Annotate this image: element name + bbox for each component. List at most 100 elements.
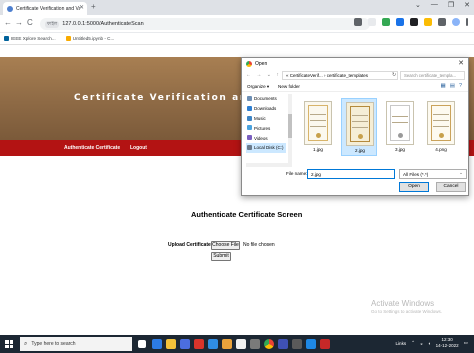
file-item[interactable]: 4.png xyxy=(423,98,459,156)
nav-item-local-disk[interactable]: Local Disk (C:) xyxy=(246,142,286,153)
tab-bar: Certificate Verification and Vali... ✕ +… xyxy=(0,0,474,15)
file-name-input[interactable]: 2.jpg xyxy=(307,169,395,179)
app-icon-vscode[interactable] xyxy=(306,339,316,349)
browser-tab[interactable]: Certificate Verification and Vali... ✕ xyxy=(3,2,87,15)
view-mode-icon[interactable]: ▦ xyxy=(441,83,446,89)
open-button[interactable]: Open xyxy=(399,182,429,192)
network-icon[interactable]: ◒ xyxy=(420,341,423,346)
file-name: 4.png xyxy=(435,147,447,152)
app-icon-red-2[interactable] xyxy=(320,339,330,349)
clock[interactable]: 12:30 14-12-2022 xyxy=(436,337,459,349)
nav-item-documents[interactable]: Documents xyxy=(246,94,286,104)
task-view-icon[interactable] xyxy=(138,340,146,348)
tab-favicon-icon xyxy=(7,5,13,12)
scrollbar-thumb[interactable] xyxy=(288,114,292,138)
bookmark-star-icon[interactable] xyxy=(368,18,376,26)
chrome-taskbar-icon[interactable] xyxy=(264,339,274,349)
bookmark-colab[interactable]: Untitled5.ipynb - C... xyxy=(65,36,114,41)
volume-icon[interactable]: ◖ xyxy=(428,341,431,346)
edge-icon[interactable] xyxy=(152,339,162,349)
cancel-button[interactable]: Cancel xyxy=(436,182,466,192)
profile-avatar[interactable] xyxy=(452,18,460,26)
back-button[interactable]: ← xyxy=(4,18,12,27)
open-file-dialog: Open ✕ ← → ⌄ ↑ « CertificateVerif... › c… xyxy=(241,57,469,196)
app-icon-dark[interactable] xyxy=(292,339,302,349)
puzzle-icon[interactable] xyxy=(438,18,446,26)
app-icon-orange[interactable] xyxy=(222,339,232,349)
file-name: 3.jpg xyxy=(395,147,405,152)
store-icon[interactable] xyxy=(180,339,190,349)
mail-icon[interactable] xyxy=(208,339,218,349)
nav-item-music[interactable]: Music xyxy=(246,114,286,124)
new-tab-button[interactable]: + xyxy=(91,2,96,11)
organize-button[interactable]: Organize ▾ xyxy=(247,84,269,90)
tab-close-icon[interactable]: ✕ xyxy=(79,4,84,11)
dialog-nav-arrows[interactable]: ← → ⌄ ↑ xyxy=(246,72,281,78)
dialog-titlebar: Open ✕ xyxy=(242,58,468,69)
nav-logout[interactable]: Logout xyxy=(130,145,147,151)
file-type-value: All Files (*.*) xyxy=(403,171,429,177)
file-item[interactable]: 3.jpg xyxy=(382,98,418,156)
dialog-title: Open xyxy=(255,60,268,67)
start-button[interactable] xyxy=(5,340,13,348)
address-bar[interactable]: ফাইল 127.0.0.1:5000/AuthenticateScan xyxy=(40,18,370,30)
nav-pane-hscrollbar[interactable] xyxy=(246,163,292,167)
nav-authenticate-certificate[interactable]: Authenticate Certificate xyxy=(64,145,120,151)
help-icon[interactable]: ? xyxy=(459,83,462,89)
ieee-icon xyxy=(4,36,9,41)
tab-search-icon[interactable]: ⌄ xyxy=(415,1,421,9)
close-window-button[interactable]: ✕ xyxy=(464,1,470,9)
app-icon-gray[interactable] xyxy=(250,339,260,349)
certificate-seal-icon xyxy=(316,133,321,138)
submit-button[interactable]: Submit xyxy=(211,252,231,261)
bookmark-ieee[interactable]: IEEE Xplore Search... xyxy=(4,36,56,41)
forward-button[interactable]: → xyxy=(15,18,23,27)
file-item[interactable]: 1.jpg xyxy=(300,98,336,156)
minimize-button[interactable]: — xyxy=(431,1,438,9)
documents-icon xyxy=(247,96,252,101)
app-icon-blue[interactable] xyxy=(278,339,288,349)
choose-file-button[interactable]: Choose File xyxy=(211,241,240,250)
start-tile xyxy=(5,344,9,348)
start-tile xyxy=(5,340,9,344)
downloads-icon xyxy=(247,105,252,111)
file-item-selected[interactable]: 2.jpg xyxy=(341,98,377,156)
extension-shield-icon[interactable] xyxy=(382,18,390,26)
dialog-search-input[interactable]: Search certificate_templa... xyxy=(400,71,465,80)
chrome-icon xyxy=(246,60,252,67)
app-icon-red[interactable] xyxy=(194,339,204,349)
extension-icon-2[interactable] xyxy=(410,18,418,26)
extension-icon-3[interactable] xyxy=(424,18,432,26)
taskbar-search-input[interactable]: ⌕ Type here to search xyxy=(20,337,132,351)
menu-icon[interactable] xyxy=(466,18,468,26)
nav-item-label: Videos xyxy=(254,135,268,141)
restore-button[interactable]: ❐ xyxy=(448,1,454,9)
nav-item-videos[interactable]: Videos xyxy=(246,133,286,143)
share-icon[interactable] xyxy=(354,18,362,26)
thumb-text-line xyxy=(352,127,368,128)
file-name-label: File name: xyxy=(286,171,308,176)
dialog-close-button[interactable]: ✕ xyxy=(458,59,464,67)
app-icon-white[interactable] xyxy=(236,339,246,349)
site-info-chip[interactable]: ফাইল xyxy=(45,20,60,28)
bookmarks-bar: IEEE Xplore Search... Untitled5.ipynb - … xyxy=(0,33,474,45)
notifications-icon[interactable]: ▭ xyxy=(464,340,468,346)
url-text: 127.0.0.1:5000/AuthenticateScan xyxy=(62,21,144,27)
reload-button[interactable]: C xyxy=(27,18,33,27)
preview-pane-icon[interactable]: ▤ xyxy=(450,83,455,89)
dialog-command-bar: Organize ▾ New folder ▦ ▤ ? xyxy=(242,82,468,92)
refresh-icon[interactable]: ↻ xyxy=(392,72,396,78)
tray-chevron-icon[interactable]: ⌃ xyxy=(411,340,415,346)
dialog-path-bar[interactable]: « CertificateVerif... › certificate_temp… xyxy=(282,71,398,80)
nav-item-downloads[interactable]: Downloads xyxy=(246,104,286,114)
file-type-select[interactable]: All Files (*.*) ⌄ xyxy=(399,169,467,179)
file-explorer-icon[interactable] xyxy=(166,339,176,349)
nav-item-pictures[interactable]: Pictures xyxy=(246,123,286,133)
nav-pane-scrollbar[interactable] xyxy=(288,94,292,167)
thumb-text-line xyxy=(433,126,449,127)
new-folder-button[interactable]: New folder xyxy=(278,84,300,89)
page-title: Authenticate Certificate Screen xyxy=(191,210,303,219)
file-thumbnail xyxy=(304,101,332,145)
links-toolbar[interactable]: Links xyxy=(395,341,406,346)
extension-icon[interactable] xyxy=(396,18,404,26)
